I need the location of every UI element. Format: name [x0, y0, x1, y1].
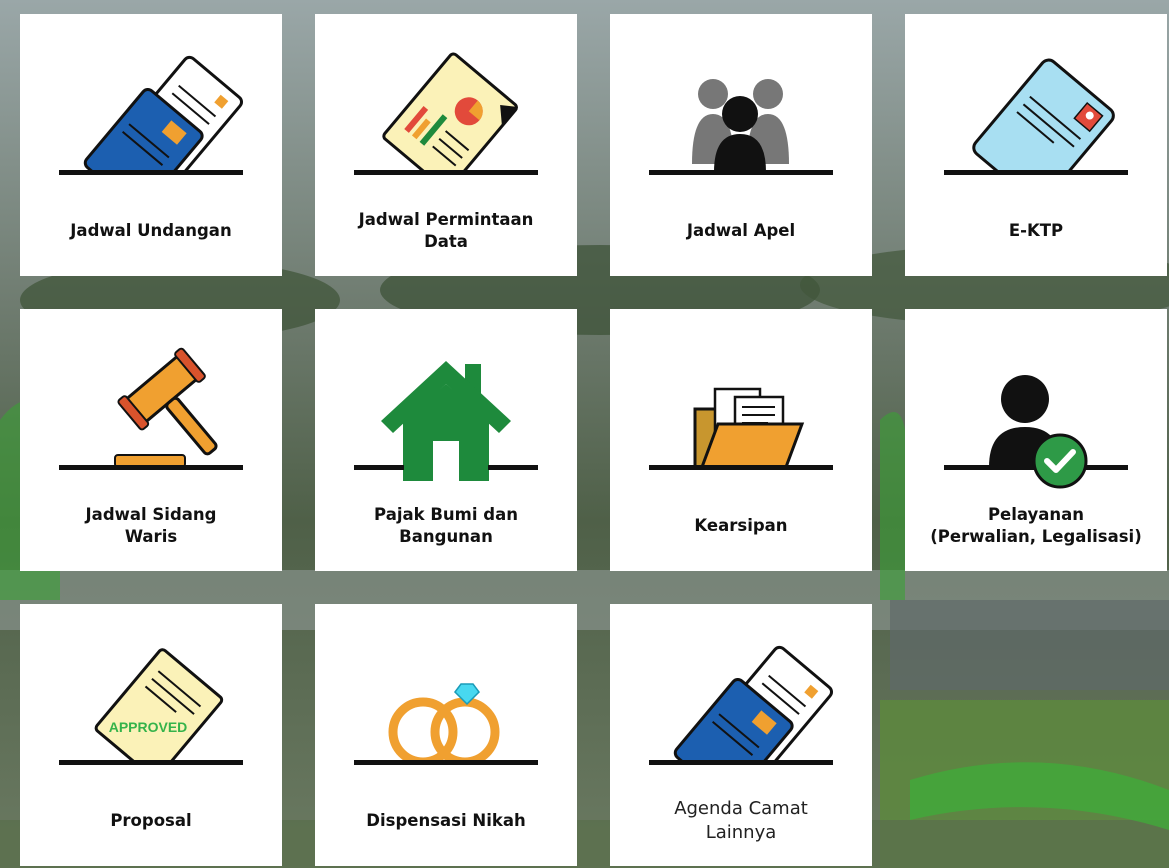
user-check-icon	[944, 375, 1128, 489]
tile-proposal[interactable]: APPROVED Proposal	[20, 604, 282, 866]
tile-label: Jadwal Undangan	[70, 221, 232, 240]
house-icon	[354, 361, 538, 481]
tile-jadwal-apel[interactable]: Jadwal Apel	[610, 14, 872, 276]
tile-label: E-KTP	[1008, 221, 1064, 240]
tile-label: Pajak Bumi dan Bangunan	[374, 505, 518, 546]
tile-jadwal-undangan[interactable]: Jadwal Undangan	[20, 14, 282, 276]
tile-e-ktp[interactable]: E-KTP	[905, 14, 1167, 276]
tile-label: Pelayanan (Perwalian, Legalisasi)	[930, 505, 1142, 546]
folder-icon	[649, 387, 833, 470]
people-group-icon	[649, 79, 833, 175]
tile-label: Dispensasi Nikah	[366, 811, 526, 830]
tile-label: Jadwal Sidang Waris	[85, 505, 217, 546]
tile-label: Agenda Camat Lainnya	[674, 798, 808, 843]
tile-jadwal-sidang-waris[interactable]: Jadwal Sidang Waris	[20, 309, 282, 571]
card-in-slot-icon	[20, 55, 282, 204]
card-in-slot-icon	[610, 645, 872, 794]
tile-kearsipan[interactable]: Kearsipan	[610, 309, 872, 571]
wedding-rings-icon	[315, 683, 577, 794]
tile-dispensasi-nikah[interactable]: Dispensasi Nikah	[315, 604, 577, 866]
tile-agenda-camat-lainnya[interactable]: Agenda Camat Lainnya	[610, 604, 872, 866]
tile-pelayanan[interactable]: Pelayanan (Perwalian, Legalisasi)	[905, 309, 1167, 571]
tile-label: Jadwal Permintaan Data	[358, 210, 534, 251]
tile-jadwal-permintaan-data[interactable]: Jadwal Permintaan Data	[315, 14, 577, 276]
tile-label: Kearsipan	[694, 516, 788, 535]
approved-document-icon: APPROVED	[20, 648, 282, 794]
stamp-text: APPROVED	[109, 719, 188, 735]
tile-pajak-bumi-dan-bangunan[interactable]: Pajak Bumi dan Bangunan	[315, 309, 577, 571]
gavel-icon	[59, 347, 243, 470]
report-document-icon	[315, 52, 577, 204]
tile-label: Jadwal Apel	[686, 221, 796, 240]
tile-label: Proposal	[110, 811, 192, 830]
id-card-icon	[905, 58, 1167, 204]
